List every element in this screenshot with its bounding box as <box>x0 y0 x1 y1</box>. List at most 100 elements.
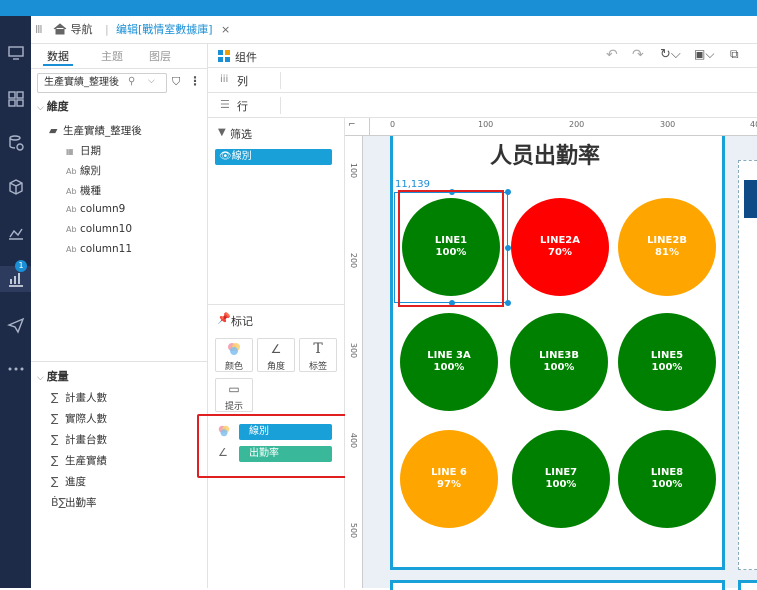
preview-icon[interactable]: ⧉ <box>730 47 739 62</box>
field-label: 線別 <box>80 165 101 177</box>
edit-tab[interactable]: 编辑[戰情室數據庫] <box>116 16 213 44</box>
more-options-icon[interactable]: ⋮ <box>189 74 201 88</box>
mark-button-label: 颜色 <box>224 362 243 372</box>
measure-item[interactable]: Ḃ∑出勤率 <box>51 495 97 510</box>
field-item[interactable]: Ab 線別 <box>66 163 101 178</box>
line-name: LINE 3A <box>427 350 471 361</box>
component-label[interactable]: 组件 <box>235 49 257 65</box>
line-value: 100% <box>545 479 577 490</box>
dataset-node[interactable]: ▰ 生產實績_整理後 <box>49 123 142 138</box>
grid-icon[interactable] <box>0 86 31 112</box>
gauge-circle[interactable]: LINE5 100% <box>618 313 716 411</box>
dashboard-card[interactable] <box>390 580 725 590</box>
gauge-circle[interactable]: LINE8 100% <box>618 430 716 528</box>
mark-angle-pill[interactable]: 出勤率 <box>239 446 332 462</box>
refresh-icon[interactable]: ↻⌵ <box>660 47 681 62</box>
tooltip-icon: ▭ <box>228 382 240 396</box>
filter-icon: ▼ <box>218 127 226 138</box>
props-panel: ▼ 筛选 👁線別 📌 标记 颜色 ∠ 角度 T 标签 ▭ 提示 線別 ∠ 出勤率 <box>197 118 359 588</box>
line-name: LINE3B <box>539 350 579 361</box>
measure-section[interactable]: ⌵ 度量 <box>37 368 69 384</box>
ruler-horizontal: 0 100 200 300 40 <box>370 118 757 136</box>
measure-title: 度量 <box>46 370 69 383</box>
filter-pill[interactable]: 👁線別 <box>215 149 332 165</box>
sum-icon: ∑ <box>51 391 59 404</box>
columns-shelf[interactable]: iii 列 <box>208 68 757 93</box>
ruler-label: 300 <box>660 120 676 129</box>
save-icon[interactable]: ▣⌵ <box>694 47 714 62</box>
tab-layers[interactable]: 图层 <box>145 48 175 66</box>
tab-data[interactable]: 数据 <box>43 48 73 66</box>
field-label: 計畫人數 <box>65 392 107 404</box>
line-name: LINE7 <box>544 467 578 478</box>
chevron-down-icon[interactable]: ⌵ <box>148 76 155 86</box>
gauge-circle[interactable]: LINE 3A 100% <box>400 313 498 411</box>
text-type-icon: Ab <box>66 167 77 176</box>
dashboard-card[interactable] <box>738 160 757 570</box>
field-item[interactable]: ▦ 日期 <box>66 143 101 158</box>
tab-theme[interactable]: 主题 <box>97 48 127 66</box>
gauge-circle[interactable]: LINE3B 100% <box>510 313 608 411</box>
chart-area-icon[interactable] <box>0 220 31 246</box>
database-settings-icon[interactable] <box>0 130 31 156</box>
field-item[interactable]: Ab column11 <box>66 243 132 255</box>
monitor-icon[interactable] <box>0 40 31 66</box>
resize-handle[interactable] <box>505 189 511 195</box>
measure-item[interactable]: ∑ 計畫台數 <box>51 432 107 447</box>
color-icon <box>216 339 252 359</box>
gauge-circle[interactable]: LINE2A 70% <box>511 198 609 296</box>
resize-handle[interactable] <box>505 300 511 306</box>
mark-color-pill[interactable]: 線別 <box>239 424 332 440</box>
close-tab-icon[interactable]: × <box>221 16 230 44</box>
sum-icon: ∑ <box>51 454 59 467</box>
send-icon[interactable] <box>0 312 31 338</box>
more-icon[interactable] <box>0 356 31 382</box>
menu-toggle-icon[interactable]: Ⅲ <box>35 16 43 44</box>
search-icon[interactable]: ⚲ <box>128 76 135 87</box>
line-name: LINE2A <box>540 235 580 246</box>
divider <box>280 97 281 114</box>
measure-item[interactable]: ∑ 進度 <box>51 474 86 489</box>
field-item[interactable]: Ab column9 <box>66 203 125 215</box>
text-icon: T <box>313 341 323 357</box>
field-label: 出勤率 <box>65 497 97 509</box>
rows-icon: ☰ <box>220 98 230 111</box>
redo-icon[interactable]: ↷ <box>632 47 644 63</box>
ruler-label: 500 <box>349 522 359 539</box>
mark-button-label: 角度 <box>266 362 285 372</box>
measure-item[interactable]: ∑ 實際人數 <box>51 411 107 426</box>
gauge-circle[interactable]: LINE7 100% <box>512 430 610 528</box>
angle-icon: ∠ <box>218 446 228 459</box>
undo-icon[interactable]: ↶ <box>606 47 618 63</box>
columns-icon: iii <box>220 74 229 85</box>
gauge-circle[interactable]: LINE2B 81% <box>618 198 716 296</box>
line-value: 100% <box>433 362 465 373</box>
gauge-circle[interactable]: LINE 6 97% <box>400 430 498 528</box>
mark-angle-button[interactable]: ∠ 角度 <box>257 338 295 372</box>
cube-icon[interactable] <box>0 174 31 200</box>
field-label: 機種 <box>80 185 101 197</box>
dashboard-card[interactable] <box>738 580 757 590</box>
mark-button-label: 标签 <box>308 362 327 372</box>
measure-item[interactable]: ∑ 計畫人數 <box>51 390 107 405</box>
rows-shelf[interactable]: ☰ 行 <box>208 93 757 118</box>
line-name: LINE 6 <box>431 467 467 478</box>
dimension-section[interactable]: ⌵ 維度 <box>37 98 69 114</box>
mark-color-button[interactable]: 颜色 <box>215 338 253 372</box>
line-value: 81% <box>655 247 679 258</box>
line-name: LINE2B <box>647 235 687 246</box>
mark-label-button[interactable]: T 标签 <box>299 338 337 372</box>
tab-strip: Ⅲ 导航 | 编辑[戰情室數據庫] × <box>31 16 757 44</box>
eye-icon: 👁 <box>219 151 232 162</box>
measure-item[interactable]: ∑ 生產實績 <box>51 453 107 468</box>
mark-tooltip-button[interactable]: ▭ 提示 <box>215 378 253 412</box>
filter-fields-icon[interactable]: ⛉ <box>172 75 180 89</box>
angle-icon: ∠ <box>270 342 282 356</box>
tab-divider: | <box>105 23 109 36</box>
line-value: 100% <box>543 362 575 373</box>
home-tab[interactable]: 导航 <box>53 16 93 44</box>
text-type-icon: Ab <box>66 187 77 196</box>
sum-icon: ∑ <box>51 412 59 425</box>
field-item[interactable]: Ab column10 <box>66 223 132 235</box>
field-item[interactable]: Ab 機種 <box>66 183 101 198</box>
